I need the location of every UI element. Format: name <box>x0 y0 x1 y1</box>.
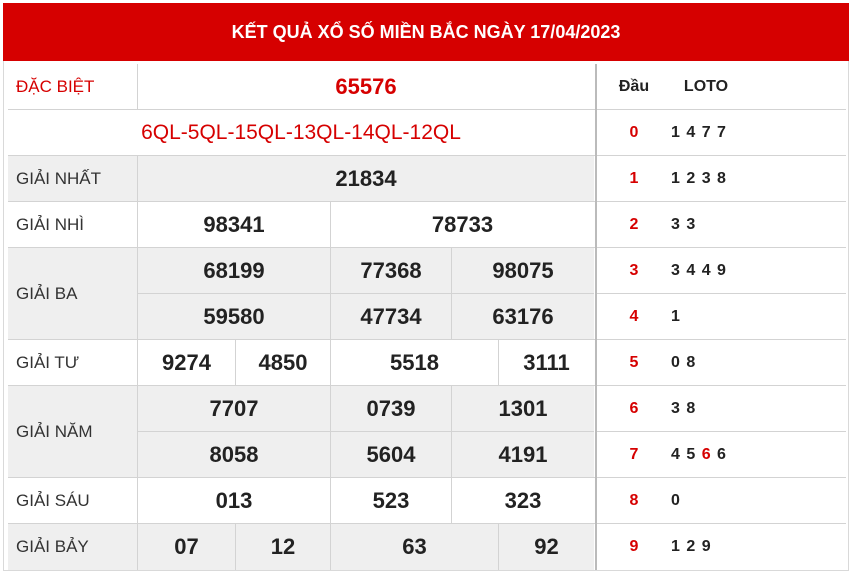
label-fifth: GIẢI NĂM <box>16 422 93 441</box>
prize-fourth: 3111 <box>523 350 570 375</box>
prize-second: 78733 <box>431 212 494 237</box>
loto-dau: 7 <box>629 446 639 463</box>
label-sixth: GIẢI SÁU <box>16 491 90 510</box>
prize-third: 63176 <box>492 304 554 329</box>
loto-tails: 1 2 3 8 <box>671 170 727 187</box>
prize-first: 21834 <box>335 166 397 191</box>
prize-code: 6QL-5QL-15QL-13QL-14QL-12QL <box>141 121 461 144</box>
prize-fourth: 4850 <box>258 350 308 375</box>
loto-dau: 1 <box>629 170 639 187</box>
prize-seventh: 07 <box>174 534 199 559</box>
loto-dau: 0 <box>629 124 639 141</box>
label-seventh: GIẢI BẢY <box>16 537 89 556</box>
loto-tails: 3 4 4 9 <box>671 262 727 279</box>
loto-dau: 8 <box>629 492 639 509</box>
prize-seventh: 63 <box>402 534 427 559</box>
loto-dau: 4 <box>629 308 639 325</box>
loto-dau: 9 <box>629 538 639 555</box>
prize-seventh: 92 <box>534 534 559 559</box>
prize-special: 65576 <box>335 74 397 99</box>
label-first: GIẢI NHẤT <box>16 169 102 188</box>
prize-fifth: 5604 <box>366 442 416 467</box>
loto-tail-highlight: 6 <box>701 446 712 463</box>
loto-tails: 0 8 <box>671 354 697 371</box>
prize-third: 47734 <box>360 304 422 329</box>
prize-second: 98341 <box>203 212 265 237</box>
loto-tail-text: 4 5 <box>671 446 702 463</box>
prize-fifth: 7707 <box>209 396 259 421</box>
prize-third: 77368 <box>360 258 422 283</box>
loto-tails: 1 <box>671 308 681 325</box>
prize-third: 98075 <box>492 258 554 283</box>
loto-dau: 5 <box>629 354 639 371</box>
prize-fifth: 8058 <box>209 442 259 467</box>
loto-dau: 3 <box>629 262 639 279</box>
loto-header-loto: LOTO <box>683 78 729 95</box>
prize-fifth: 4191 <box>498 442 548 467</box>
prize-fifth: 0739 <box>366 396 416 421</box>
prize-sixth: 323 <box>504 488 542 513</box>
loto-tails: 4 5 6 6 <box>667 432 845 478</box>
loto-header-dau: Đầu <box>618 78 650 95</box>
loto-tails: 3 3 <box>671 216 697 233</box>
loto-tails: 3 8 <box>671 400 697 417</box>
loto-tails: 1 4 7 7 <box>671 124 727 141</box>
loto-dau: 2 <box>629 216 639 233</box>
label-third: GIẢI BA <box>16 284 78 303</box>
prize-seventh: 12 <box>270 534 296 559</box>
loto-tails: 1 2 9 <box>671 538 712 555</box>
loto-tails: 0 <box>671 492 681 509</box>
prize-third: 59580 <box>203 304 265 329</box>
prize-third: 68199 <box>203 258 265 283</box>
prize-fifth: 1301 <box>498 396 548 421</box>
results-title: KẾT QUẢ XỔ SỐ MIỀN BẮC NGÀY 17/04/2023 <box>3 3 849 61</box>
loto-tail-text: 6 <box>711 446 727 463</box>
label-fourth: GIẢI TƯ <box>16 353 80 372</box>
prize-fourth: 9274 <box>162 350 211 375</box>
prize-sixth: 013 <box>215 488 253 513</box>
prize-sixth: 523 <box>372 488 410 513</box>
prize-fourth: 5518 <box>390 350 439 375</box>
label-special: ĐẶC BIỆT <box>16 77 95 96</box>
loto-dau: 6 <box>629 400 639 417</box>
label-second: GIẢI NHÌ <box>16 215 85 234</box>
